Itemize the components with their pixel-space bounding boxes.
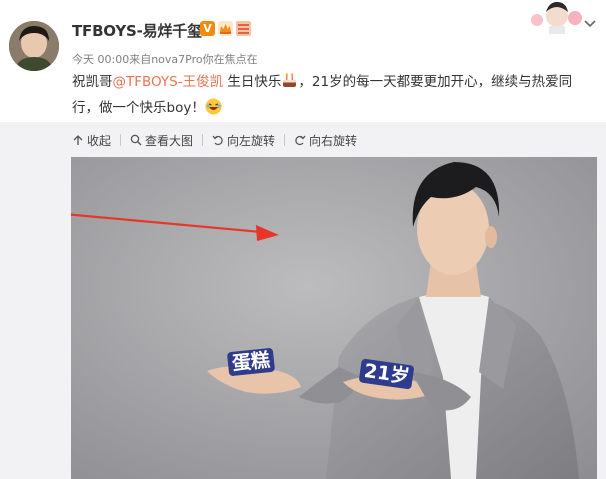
view-large-button[interactable]: 查看大图 (130, 132, 193, 149)
avatar[interactable] (9, 21, 59, 71)
photo-label-cake: 蛋糕 (226, 347, 276, 377)
view-large-label: 查看大图 (145, 133, 194, 148)
rotate-left-icon (212, 135, 223, 146)
laugh-emoji-icon (205, 98, 222, 115)
post-meta: 今天 00:00来自nova7Pro你在焦点在 (72, 53, 258, 66)
post-photo[interactable] (71, 157, 597, 479)
mention-link[interactable]: @TFBOYS-王俊凯 (113, 74, 224, 90)
post-text: 祝凯哥@TFBOYS-王俊凯 生日快乐 ，21岁的每一天都要更加开心，继续与热爱… (72, 69, 597, 121)
rotate-right-label: 向右旋转 (309, 133, 358, 148)
toolbar-divider (284, 134, 286, 146)
member-icon[interactable] (236, 21, 251, 36)
media-toolbar: 收起 查看大图 向左旋转 向右旋转 (72, 131, 357, 149)
rotate-left-button[interactable]: 向左旋转 (212, 132, 275, 149)
rotate-right-button[interactable]: 向右旋转 (294, 132, 357, 149)
collapse-button[interactable]: 收起 (72, 132, 111, 149)
post-text-mid: 生日快乐 (223, 74, 282, 90)
cake-emoji-icon (283, 73, 297, 87)
collapse-label: 收起 (87, 133, 112, 148)
sticker-image (531, 2, 582, 34)
rotate-left-label: 向左旋转 (227, 133, 276, 148)
collapse-icon (73, 135, 83, 145)
crown-icon[interactable] (218, 21, 233, 36)
zoom-icon (130, 134, 142, 146)
username[interactable]: TFBOYS-易烊千玺 (72, 20, 202, 41)
rotate-right-icon (295, 135, 306, 146)
toolbar-divider (202, 134, 204, 146)
toolbar-divider (120, 134, 122, 146)
post-text-prefix: 祝凯哥 (72, 74, 113, 90)
chevron-down-icon[interactable] (584, 20, 596, 28)
vip-icon[interactable]: V (200, 21, 215, 36)
